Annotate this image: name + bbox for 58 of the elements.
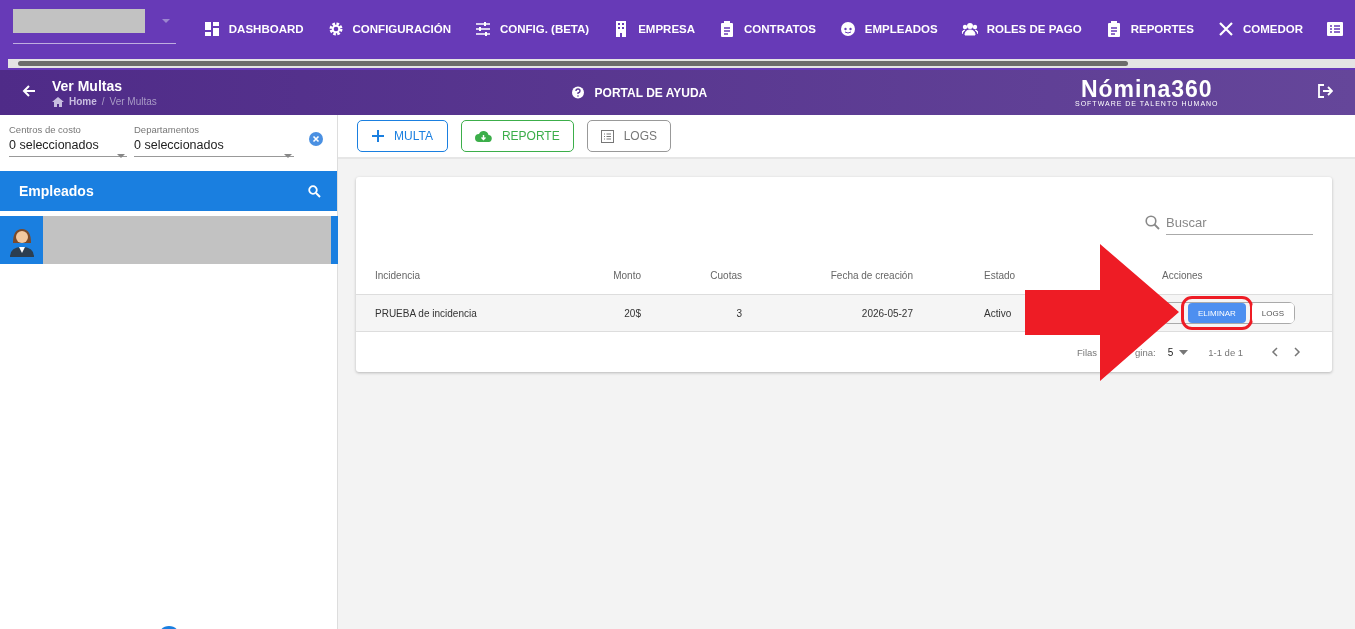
help-icon [570, 85, 585, 100]
search-icon [1145, 215, 1160, 230]
column-header: Acciones [1162, 270, 1203, 281]
table-cell: PRUEBA de incidencia [375, 307, 477, 319]
logo-text: Nómina360 [1080, 78, 1213, 100]
face-icon [839, 20, 856, 37]
table-cell: 3 [736, 307, 742, 319]
nav-item[interactable]: COMEDOR [1205, 8, 1315, 49]
nav-item[interactable]: EMPLEADOS [827, 8, 950, 49]
breadcrumb-item: Ver Multas [109, 96, 157, 107]
caret-icon [1179, 349, 1189, 355]
list-icon [1327, 20, 1343, 37]
logs-button[interactable]: LOGS [1251, 303, 1295, 323]
nav-item[interactable]: ROLES DE PAGO [949, 8, 1094, 49]
next-page-icon[interactable] [1294, 347, 1302, 357]
column-header: Monto [613, 270, 641, 281]
filter-select[interactable]: Centros de costo 0 seleccionados [9, 124, 127, 157]
settings-icon [327, 20, 344, 37]
column-header: Fecha de creación [830, 270, 913, 281]
rows-per-page-label: gina: [1135, 346, 1156, 358]
clear-icon[interactable] [309, 132, 323, 146]
dashboard-icon [203, 20, 220, 37]
column-header: Incidencia [375, 270, 421, 281]
home-icon [52, 96, 64, 107]
column-header: Estado [984, 270, 1016, 281]
panel-title: Empleados [19, 183, 94, 199]
nav-item[interactable]: REPORTES [1093, 8, 1206, 49]
plus-icon [372, 130, 384, 142]
rows-per-page-label: Filas [1077, 346, 1098, 358]
clipboard-icon [719, 20, 736, 37]
table-cell: Activo [984, 307, 1012, 319]
previous-page-icon[interactable] [1271, 347, 1279, 357]
list-icon [600, 129, 614, 143]
help-link[interactable]: PORTAL DE AYUDA [594, 85, 708, 100]
sliders-icon [474, 20, 491, 37]
breadcrumb-separator: / [101, 96, 105, 107]
nav-item[interactable]: CONFIGURACIÓN [315, 8, 463, 49]
search-field[interactable]: Buscar [1166, 210, 1313, 235]
page-range: 1-1 de 1 [1208, 346, 1244, 358]
search-icon[interactable] [308, 184, 321, 198]
toolbar-button[interactable]: MULTA [357, 120, 448, 152]
people-icon [961, 20, 978, 37]
back-arrow-icon [22, 83, 36, 98]
nav-item[interactable]: EMPRESA [601, 8, 708, 49]
filter-select[interactable]: Departamentos 0 seleccionados [134, 124, 294, 157]
table-cell: 2026-05-27 [861, 307, 913, 319]
table-cell: 20$ [624, 307, 641, 319]
clipboard-icon [1105, 20, 1122, 37]
cloud-download-icon [474, 130, 492, 142]
page-title: Ver Multas [52, 78, 124, 94]
breadcrumb-item[interactable]: Home [69, 96, 97, 107]
logout-icon [1318, 83, 1333, 98]
nav-item[interactable]: CONFIG. (BETA) [462, 8, 602, 49]
toolbar-button[interactable]: LOGS [586, 120, 672, 152]
column-header: Cuotas [710, 270, 742, 281]
nav-item[interactable]: CONTRATOS [707, 8, 828, 49]
nav-item[interactable]: DASHBOARD [191, 8, 316, 49]
rows-per-page-select[interactable]: 5 [1167, 346, 1174, 358]
